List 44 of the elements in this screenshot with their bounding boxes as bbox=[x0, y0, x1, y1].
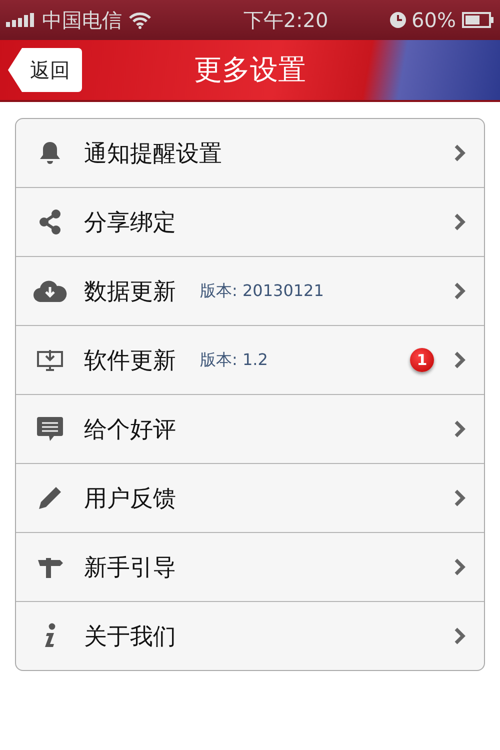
bell-icon bbox=[39, 141, 61, 165]
version-text: 版本: 20130121 bbox=[200, 280, 324, 302]
settings-row[interactable]: 数据更新 版本: 20130121 bbox=[16, 256, 484, 325]
row-label: 数据更新 bbox=[84, 278, 176, 306]
row-label: 给个好评 bbox=[84, 416, 176, 444]
battery-percent: 60% bbox=[412, 8, 456, 32]
settings-row[interactable]: 用户反馈 bbox=[16, 463, 484, 532]
signpost-icon bbox=[37, 555, 63, 579]
page-title: 更多设置 bbox=[194, 52, 306, 88]
chevron-icon bbox=[454, 489, 466, 507]
chevron-icon bbox=[454, 282, 466, 300]
comment-icon bbox=[36, 416, 64, 442]
settings-row[interactable]: 分享绑定 bbox=[16, 187, 484, 256]
monitor-download-icon bbox=[36, 348, 64, 372]
settings-row[interactable]: 软件更新 版本: 1.2 1 bbox=[16, 325, 484, 394]
chevron-icon bbox=[454, 627, 466, 645]
notification-badge: 1 bbox=[410, 348, 434, 372]
row-label: 通知提醒设置 bbox=[84, 140, 222, 168]
pencil-icon bbox=[38, 486, 62, 510]
carrier-name: 中国电信 bbox=[42, 6, 122, 34]
row-label: 新手引导 bbox=[84, 554, 176, 582]
signal-icon bbox=[6, 13, 36, 27]
row-label: 用户反馈 bbox=[84, 484, 176, 514]
version-text: 版本: 1.2 bbox=[200, 350, 268, 370]
chevron-icon bbox=[454, 213, 466, 231]
status-time: 下午2:20 bbox=[242, 6, 330, 34]
settings-row[interactable]: 关于我们 bbox=[16, 601, 484, 670]
chevron-icon bbox=[454, 420, 466, 438]
info-icon bbox=[42, 623, 58, 649]
settings-row[interactable]: 新手引导 bbox=[16, 532, 484, 601]
settings-row[interactable]: 通知提醒设置 bbox=[16, 119, 484, 187]
row-label: 软件更新 bbox=[84, 346, 176, 376]
settings-row[interactable]: 给个好评 bbox=[16, 394, 484, 463]
share-icon bbox=[38, 209, 62, 235]
cloud-download-icon bbox=[33, 280, 67, 302]
back-button[interactable]: 返回 bbox=[8, 48, 82, 92]
chevron-icon bbox=[454, 558, 466, 576]
chevron-icon bbox=[454, 144, 466, 162]
row-label: 分享绑定 bbox=[84, 208, 176, 238]
wifi-icon bbox=[128, 11, 152, 29]
chevron-icon bbox=[454, 351, 466, 369]
clock-icon bbox=[390, 12, 406, 28]
battery-icon bbox=[462, 12, 494, 28]
row-label: 关于我们 bbox=[84, 622, 176, 652]
